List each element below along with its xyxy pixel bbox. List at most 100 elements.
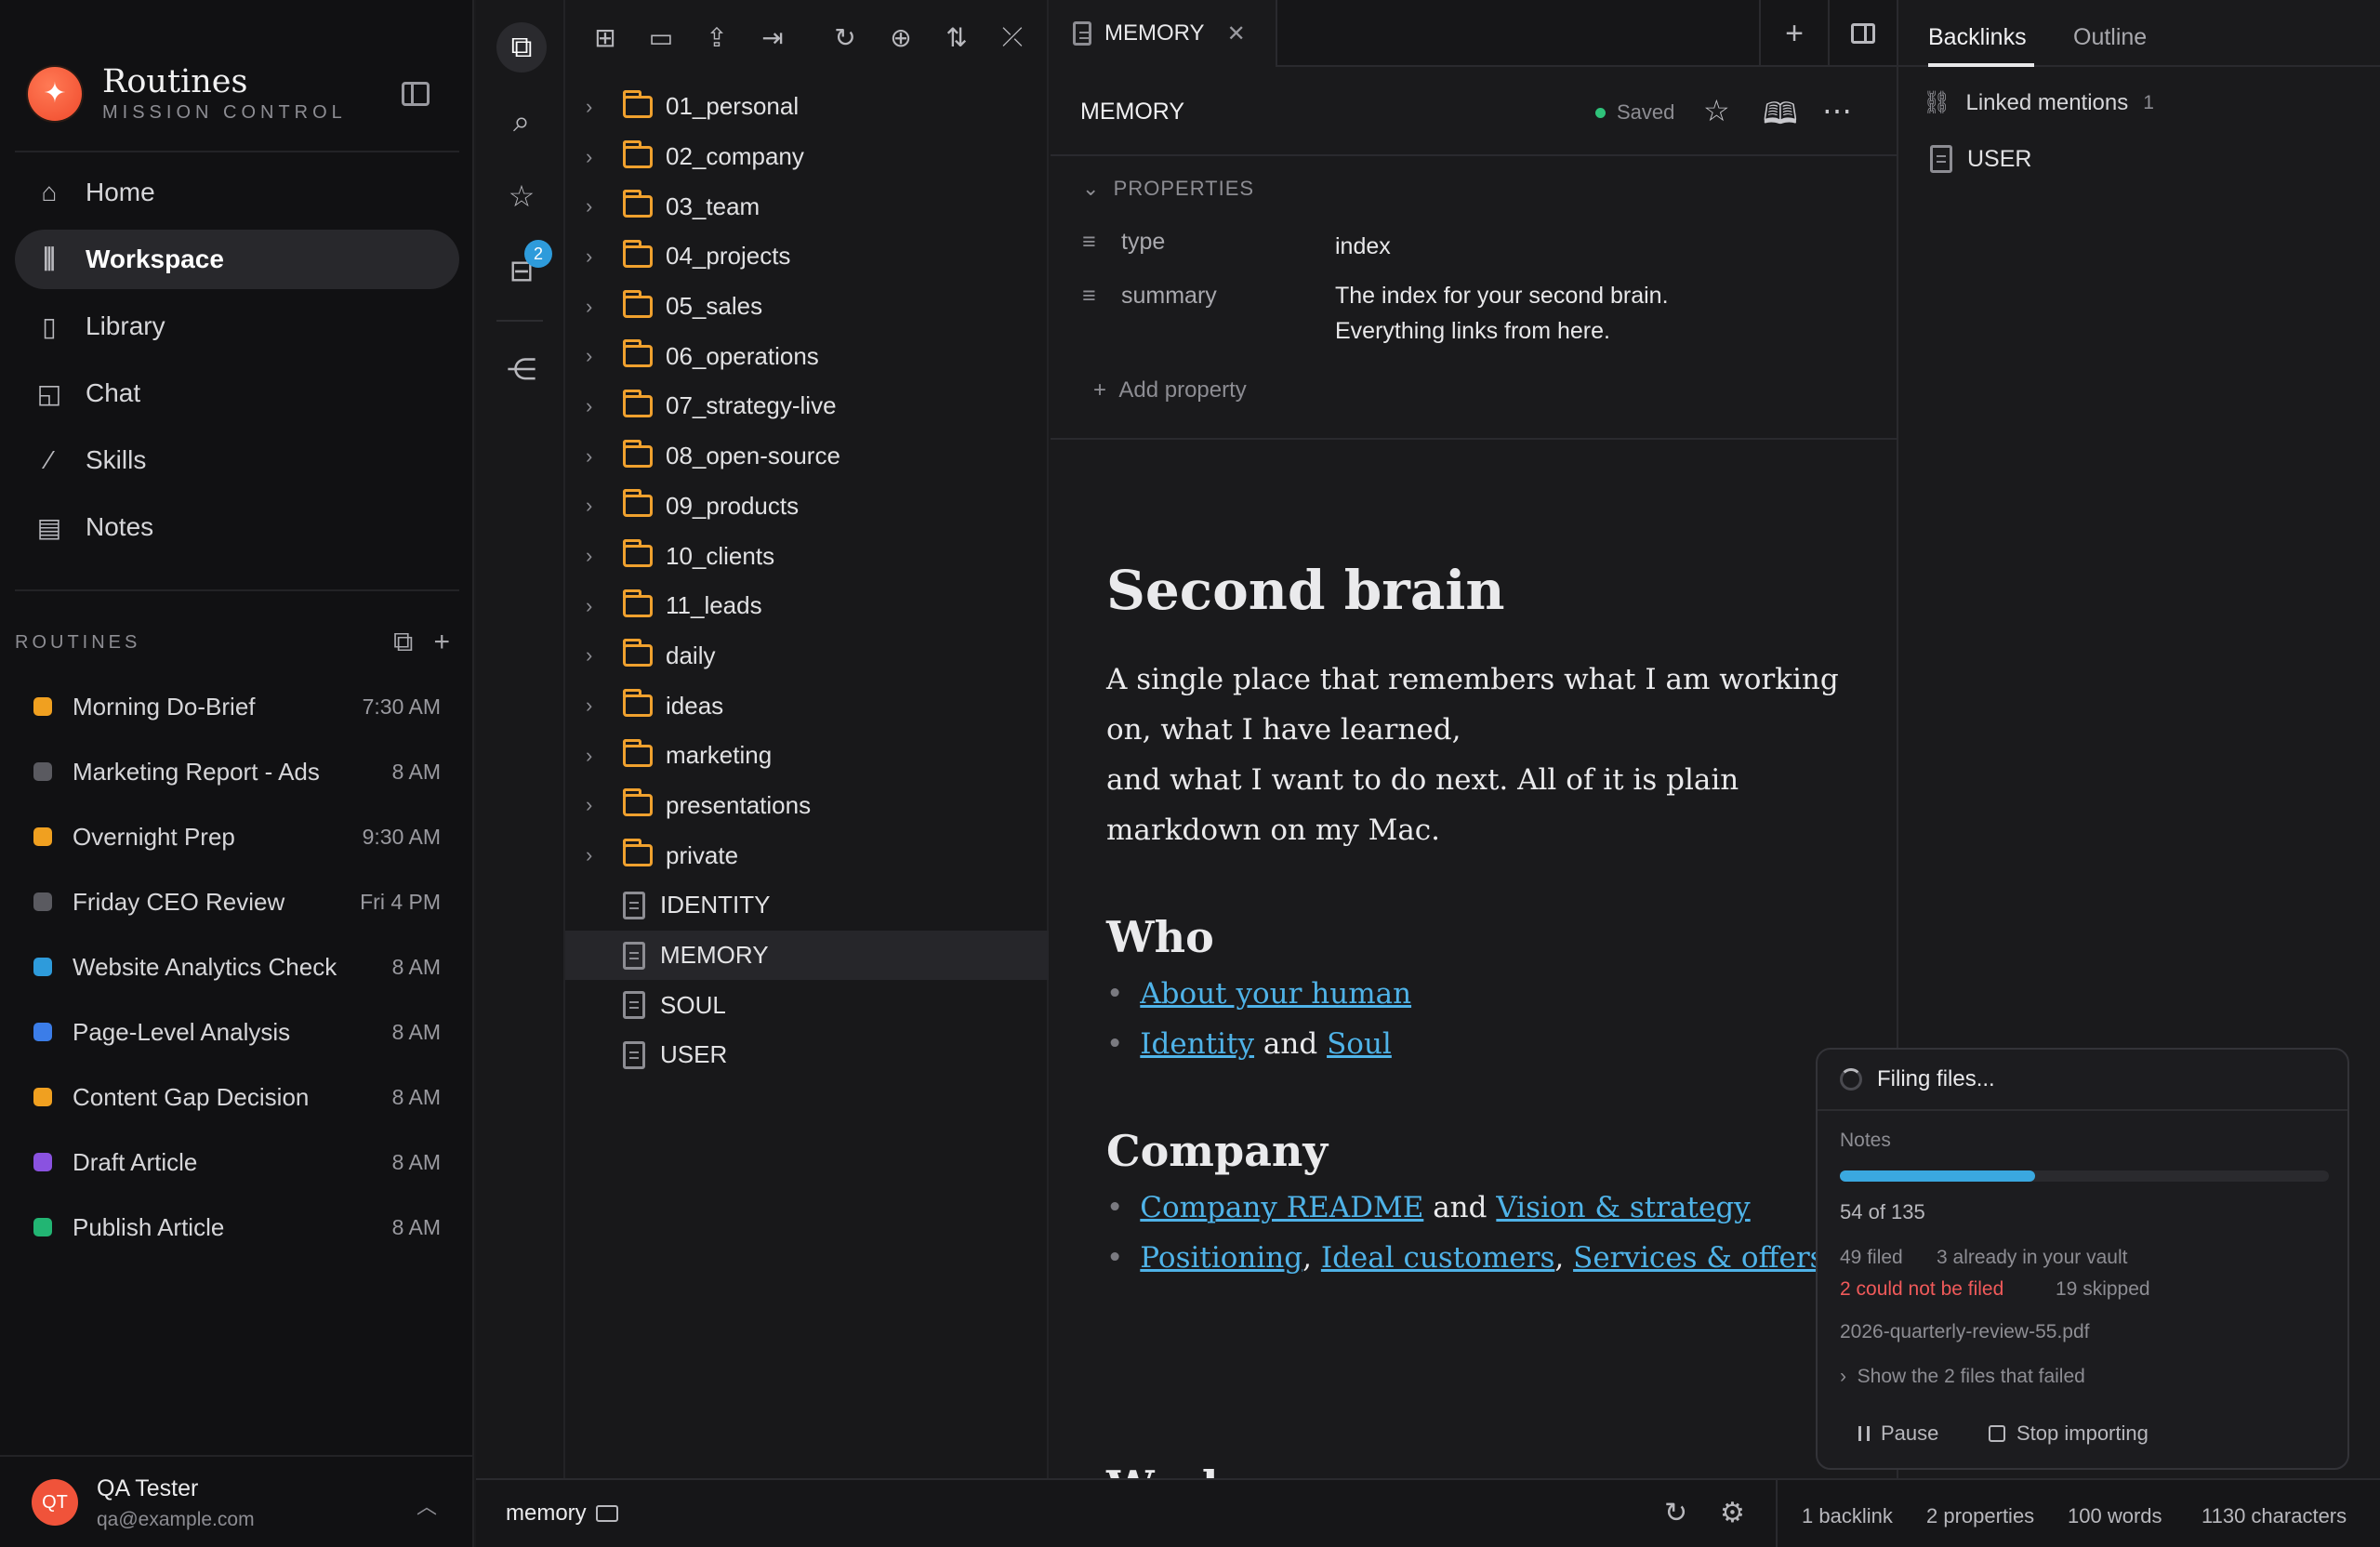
routine-item[interactable]: Content Gap Decision 8 AM	[15, 1064, 459, 1130]
toggle-right-panel-button[interactable]	[1828, 0, 1897, 67]
routine-item[interactable]: Website Analytics Check 8 AM	[15, 934, 459, 999]
add-routine-button[interactable]: +	[433, 627, 450, 658]
tree-folder[interactable]: › 05_sales	[565, 282, 1049, 332]
gear-icon[interactable]: ⚙	[1720, 1497, 1745, 1529]
pause-button[interactable]: Pause	[1858, 1421, 1938, 1446]
skipped-count: 19 skipped	[2056, 1278, 2150, 1300]
tree-folder[interactable]: › marketing	[565, 731, 1049, 781]
nav-item-skills[interactable]: ⁄ Skills	[15, 430, 459, 490]
tree-folder[interactable]: › daily	[565, 631, 1049, 681]
identity-link[interactable]: Identity	[1140, 1027, 1254, 1061]
about-human-link[interactable]: About your human	[1140, 977, 1411, 1011]
current-folder[interactable]: memory	[506, 1501, 618, 1527]
services-offers-link[interactable]: Services & offers	[1573, 1241, 1825, 1275]
main-nav: ⌂ Home ⫼ Workspace ▯ Library ◱ Chat ⁄ Sk…	[15, 163, 459, 564]
properties-label: PROPERTIES	[1113, 177, 1255, 200]
tree-folder[interactable]: › 03_team	[565, 181, 1049, 231]
routine-item[interactable]: Page-Level Analysis 8 AM	[15, 999, 459, 1064]
sidebar-toggle-icon[interactable]	[402, 82, 430, 106]
positioning-link[interactable]: Positioning	[1140, 1241, 1302, 1275]
tree-folder[interactable]: › 07_strategy-live	[565, 381, 1049, 431]
tree-folder[interactable]: › 11_leads	[565, 581, 1049, 631]
soul-link[interactable]: Soul	[1327, 1027, 1392, 1061]
tree-folder[interactable]: › presentations	[565, 781, 1049, 831]
files-icon[interactable]: ⧉	[496, 22, 547, 73]
new-folder-icon[interactable]: ▭	[645, 22, 677, 53]
tree-folder[interactable]: › 10_clients	[565, 531, 1049, 581]
nav-item-home[interactable]: ⌂ Home	[15, 163, 459, 222]
reading-view-icon[interactable]: 🕮	[1763, 93, 1798, 143]
nav-item-chat[interactable]: ◱ Chat	[15, 364, 459, 423]
refresh-icon[interactable]: ↻	[829, 22, 861, 53]
wand-icon: ⁄	[46, 445, 52, 474]
nav-item-workspace[interactable]: ⫼ Workspace	[15, 230, 459, 289]
tree-folder[interactable]: › ideas	[565, 681, 1049, 731]
upload-icon[interactable]: ⇪	[701, 22, 733, 53]
inbox-icon[interactable]: ⊟ 2	[496, 240, 552, 296]
properties-toggle[interactable]: ⌄ PROPERTIES	[1082, 177, 1254, 201]
stop-importing-button[interactable]: Stop importing	[1989, 1421, 2149, 1446]
sync-icon[interactable]: ↻	[1664, 1497, 1687, 1529]
tree-folder[interactable]: › 08_open-source	[565, 431, 1049, 482]
chevron-up-icon[interactable]: ︿	[416, 1490, 437, 1520]
nav-item-library[interactable]: ▯ Library	[15, 297, 459, 356]
tree-label: 01_personal	[666, 92, 800, 121]
import-icon[interactable]: ⇥	[757, 22, 788, 53]
tab-backlinks[interactable]: Backlinks	[1928, 24, 2027, 51]
routine-item[interactable]: Overnight Prep 9:30 AM	[15, 804, 459, 869]
add-property-button[interactable]: + Add property	[1093, 377, 1247, 403]
tree-folder[interactable]: › 02_company	[565, 132, 1049, 182]
nav-item-notes[interactable]: ▤ Notes	[15, 497, 459, 557]
routine-item[interactable]: Publish Article 8 AM	[15, 1195, 459, 1260]
company-readme-link[interactable]: Company README	[1140, 1191, 1423, 1224]
document-body[interactable]: Second brain A single place that remembe…	[1106, 558, 1869, 1283]
linked-mentions-header[interactable]: ⛓ Linked mentions 1	[1923, 89, 2154, 116]
show-failed-toggle[interactable]: › Show the 2 files that failed	[1840, 1366, 2085, 1388]
tree-file[interactable]: USER	[565, 1030, 1049, 1080]
routine-status-dot	[33, 697, 52, 716]
tree-file[interactable]: IDENTITY	[565, 880, 1049, 931]
tree-folder[interactable]: › 01_personal	[565, 82, 1049, 132]
property-value[interactable]: The index for your second brain. Everyth…	[1335, 278, 1726, 349]
routine-item[interactable]: Friday CEO Review Fri 4 PM	[15, 869, 459, 934]
tree-folder[interactable]: › 06_operations	[565, 331, 1049, 381]
vision-strategy-link[interactable]: Vision & strategy	[1496, 1191, 1750, 1224]
search-icon[interactable]: ⌕	[496, 97, 547, 147]
collapse-all-icon[interactable]: ⤫	[997, 22, 1028, 53]
graph-icon[interactable]: ⋲	[496, 344, 547, 394]
file-icon	[623, 941, 645, 970]
sidebar-divider	[15, 151, 459, 152]
star-icon[interactable]: ☆	[496, 171, 547, 221]
ideal-customers-link[interactable]: Ideal customers	[1321, 1241, 1555, 1275]
folder-icon	[623, 639, 653, 668]
brand[interactable]: ✦ Routines MISSION CONTROL	[28, 63, 347, 124]
routine-item[interactable]: Draft Article 8 AM	[15, 1130, 459, 1195]
new-tab-button[interactable]: +	[1759, 0, 1828, 67]
star-icon[interactable]: ☆	[1703, 93, 1730, 128]
current-file: 2026-quarterly-review-55.pdf	[1840, 1321, 2090, 1342]
tree-file-selected[interactable]: MEMORY	[565, 930, 1049, 981]
link-routines-icon[interactable]: ⧉	[393, 627, 413, 658]
tree-folder[interactable]: › private	[565, 830, 1049, 880]
more-options-icon[interactable]: ⋯	[1822, 93, 1852, 128]
chevron-right-icon: ›	[586, 344, 593, 368]
tab-memory[interactable]: MEMORY ✕	[1051, 0, 1277, 67]
new-note-icon[interactable]: ⊞	[589, 22, 621, 53]
tree-folder[interactable]: › 09_products	[565, 482, 1049, 532]
user-menu[interactable]: QT QA Tester qa@example.com ︿	[0, 1455, 474, 1547]
sort-icon[interactable]: ⇅	[941, 22, 972, 53]
status-divider	[1776, 1480, 1778, 1547]
property-row[interactable]: ≡ type index	[1082, 229, 1391, 264]
routine-item[interactable]: Marketing Report - Ads 8 AM	[15, 739, 459, 804]
tree-file[interactable]: SOUL	[565, 980, 1049, 1030]
property-value[interactable]: index	[1335, 229, 1391, 264]
routine-item[interactable]: Morning Do-Brief 7:30 AM	[15, 674, 459, 739]
locate-icon[interactable]: ⊕	[885, 22, 917, 53]
property-row[interactable]: ≡ summary The index for your second brai…	[1082, 283, 1726, 349]
property-key: type	[1121, 229, 1166, 255]
backlink-item[interactable]: USER	[1930, 145, 2031, 173]
routine-status-dot	[33, 958, 52, 976]
tab-outline[interactable]: Outline	[2073, 24, 2147, 51]
close-icon[interactable]: ✕	[1227, 20, 1246, 47]
tree-folder[interactable]: › 04_projects	[565, 231, 1049, 282]
